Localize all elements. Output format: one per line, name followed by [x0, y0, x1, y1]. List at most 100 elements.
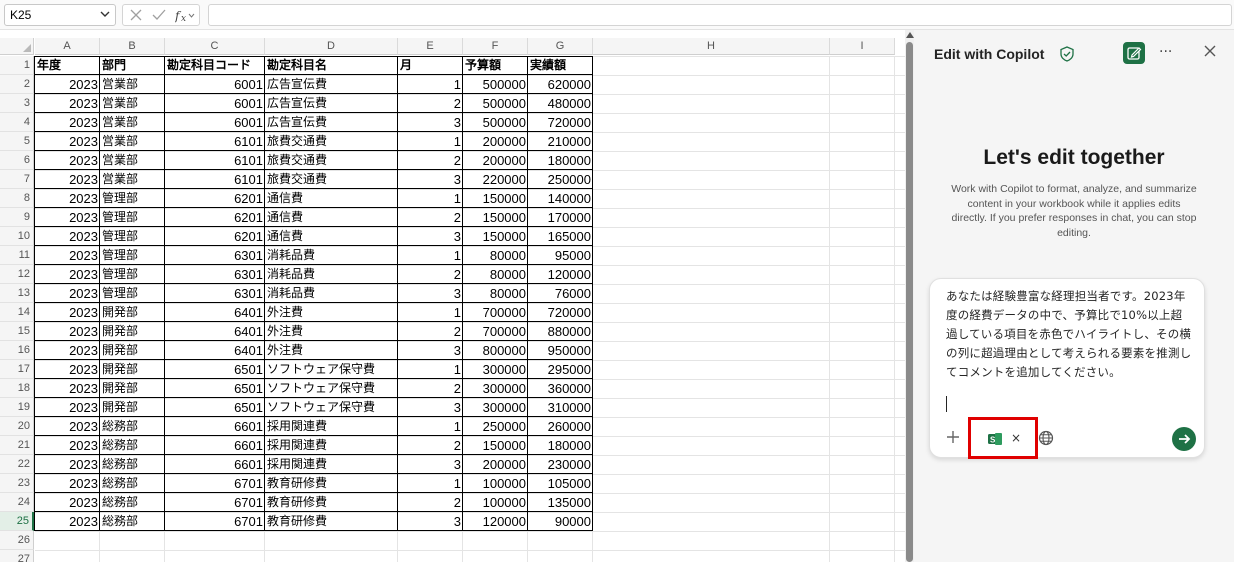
table-cell[interactable]: 2023: [35, 227, 100, 246]
table-cell[interactable]: 200000: [463, 151, 528, 170]
table-cell[interactable]: 480000: [528, 94, 593, 113]
table-cell[interactable]: 1: [398, 189, 463, 208]
table-cell[interactable]: 3: [398, 512, 463, 531]
table-cell[interactable]: 2023: [35, 246, 100, 265]
table-cell[interactable]: 1: [398, 246, 463, 265]
table-cell[interactable]: 外注費: [265, 341, 398, 360]
table-cell[interactable]: 管理部: [100, 246, 165, 265]
table-cell[interactable]: 管理部: [100, 284, 165, 303]
table-cell[interactable]: 700000: [463, 303, 528, 322]
row-header[interactable]: 18: [0, 379, 34, 398]
table-cell[interactable]: ソフトウェア保守費: [265, 379, 398, 398]
table-cell[interactable]: 80000: [463, 265, 528, 284]
table-cell[interactable]: 135000: [528, 493, 593, 512]
table-cell[interactable]: 90000: [528, 512, 593, 531]
table-cell[interactable]: 2023: [35, 398, 100, 417]
add-icon[interactable]: [946, 430, 960, 444]
row-header[interactable]: 5: [0, 132, 34, 151]
table-cell[interactable]: 6301: [165, 284, 265, 303]
row-header[interactable]: 6: [0, 151, 34, 170]
cancel-icon[interactable]: [129, 8, 143, 22]
table-cell[interactable]: 総務部: [100, 474, 165, 493]
table-cell[interactable]: 140000: [528, 189, 593, 208]
table-cell[interactable]: 150000: [463, 436, 528, 455]
row-header[interactable]: 14: [0, 303, 34, 322]
table-cell[interactable]: 6501: [165, 379, 265, 398]
table-cell[interactable]: 採用関連費: [265, 455, 398, 474]
table-cell[interactable]: 6501: [165, 360, 265, 379]
table-cell[interactable]: 500000: [463, 113, 528, 132]
edit-mode-button[interactable]: [1123, 42, 1145, 64]
table-cell[interactable]: 120000: [528, 265, 593, 284]
table-cell[interactable]: 2023: [35, 512, 100, 531]
row-header[interactable]: 3: [0, 94, 34, 113]
table-cell[interactable]: 6401: [165, 322, 265, 341]
table-cell[interactable]: 6701: [165, 493, 265, 512]
table-cell[interactable]: 260000: [528, 417, 593, 436]
table-cell[interactable]: 2023: [35, 265, 100, 284]
table-cell[interactable]: 720000: [528, 303, 593, 322]
column-header-a[interactable]: A: [35, 38, 100, 55]
table-cell[interactable]: 6401: [165, 303, 265, 322]
header-cell[interactable]: 年度: [35, 56, 100, 75]
table-cell[interactable]: 150000: [463, 208, 528, 227]
table-cell[interactable]: 95000: [528, 246, 593, 265]
table-cell[interactable]: 広告宣伝費: [265, 113, 398, 132]
table-cell[interactable]: 2023: [35, 417, 100, 436]
table-cell[interactable]: 外注費: [265, 322, 398, 341]
table-cell[interactable]: 2023: [35, 436, 100, 455]
table-cell[interactable]: 6701: [165, 474, 265, 493]
scroll-up-icon[interactable]: [906, 32, 914, 38]
table-cell[interactable]: 200000: [463, 132, 528, 151]
table-cell[interactable]: 700000: [463, 322, 528, 341]
table-cell[interactable]: 通信費: [265, 208, 398, 227]
table-cell[interactable]: 2023: [35, 170, 100, 189]
formula-input[interactable]: [208, 4, 1232, 26]
table-cell[interactable]: 2: [398, 208, 463, 227]
table-cell[interactable]: 消耗品費: [265, 284, 398, 303]
table-cell[interactable]: 950000: [528, 341, 593, 360]
prompt-box[interactable]: あなたは経験豊富な経理担当者です。2023年度の経費データの中で、予算比で10%…: [929, 278, 1205, 459]
header-cell[interactable]: 勘定科目コード: [165, 56, 265, 75]
table-cell[interactable]: 教育研修費: [265, 512, 398, 531]
row-header[interactable]: 16: [0, 341, 34, 360]
table-cell[interactable]: 旅費交通費: [265, 170, 398, 189]
table-cell[interactable]: 2: [398, 265, 463, 284]
table-cell[interactable]: 310000: [528, 398, 593, 417]
table-cell[interactable]: 2023: [35, 379, 100, 398]
attachment-chip[interactable]: S ×: [968, 417, 1038, 459]
table-cell[interactable]: 3: [398, 113, 463, 132]
table-cell[interactable]: 6301: [165, 246, 265, 265]
table-cell[interactable]: 1: [398, 417, 463, 436]
table-cell[interactable]: 6101: [165, 132, 265, 151]
table-cell[interactable]: 開発部: [100, 398, 165, 417]
table-cell[interactable]: 開発部: [100, 379, 165, 398]
table-cell[interactable]: 6601: [165, 455, 265, 474]
table-cell[interactable]: 3: [398, 170, 463, 189]
table-cell[interactable]: 2: [398, 436, 463, 455]
table-cell[interactable]: 500000: [463, 75, 528, 94]
table-cell[interactable]: 3: [398, 398, 463, 417]
table-cell[interactable]: 2023: [35, 284, 100, 303]
table-cell[interactable]: 管理部: [100, 189, 165, 208]
table-cell[interactable]: 250000: [463, 417, 528, 436]
table-cell[interactable]: 6001: [165, 75, 265, 94]
table-cell[interactable]: 6201: [165, 208, 265, 227]
row-header[interactable]: 13: [0, 284, 34, 303]
more-options-button[interactable]: ···: [1159, 44, 1172, 60]
table-cell[interactable]: 開発部: [100, 341, 165, 360]
column-header-i[interactable]: I: [830, 38, 895, 55]
table-cell[interactable]: 360000: [528, 379, 593, 398]
table-cell[interactable]: 総務部: [100, 417, 165, 436]
table-cell[interactable]: 旅費交通費: [265, 151, 398, 170]
row-header[interactable]: 20: [0, 417, 34, 436]
row-header[interactable]: 7: [0, 170, 34, 189]
table-cell[interactable]: 76000: [528, 284, 593, 303]
prompt-input[interactable]: あなたは経験豊富な経理担当者です。2023年度の経費データの中で、予算比で10%…: [946, 287, 1192, 382]
table-cell[interactable]: 1: [398, 303, 463, 322]
table-cell[interactable]: 6101: [165, 170, 265, 189]
table-cell[interactable]: 2023: [35, 360, 100, 379]
table-cell[interactable]: 6401: [165, 341, 265, 360]
table-cell[interactable]: 営業部: [100, 75, 165, 94]
table-cell[interactable]: 管理部: [100, 208, 165, 227]
